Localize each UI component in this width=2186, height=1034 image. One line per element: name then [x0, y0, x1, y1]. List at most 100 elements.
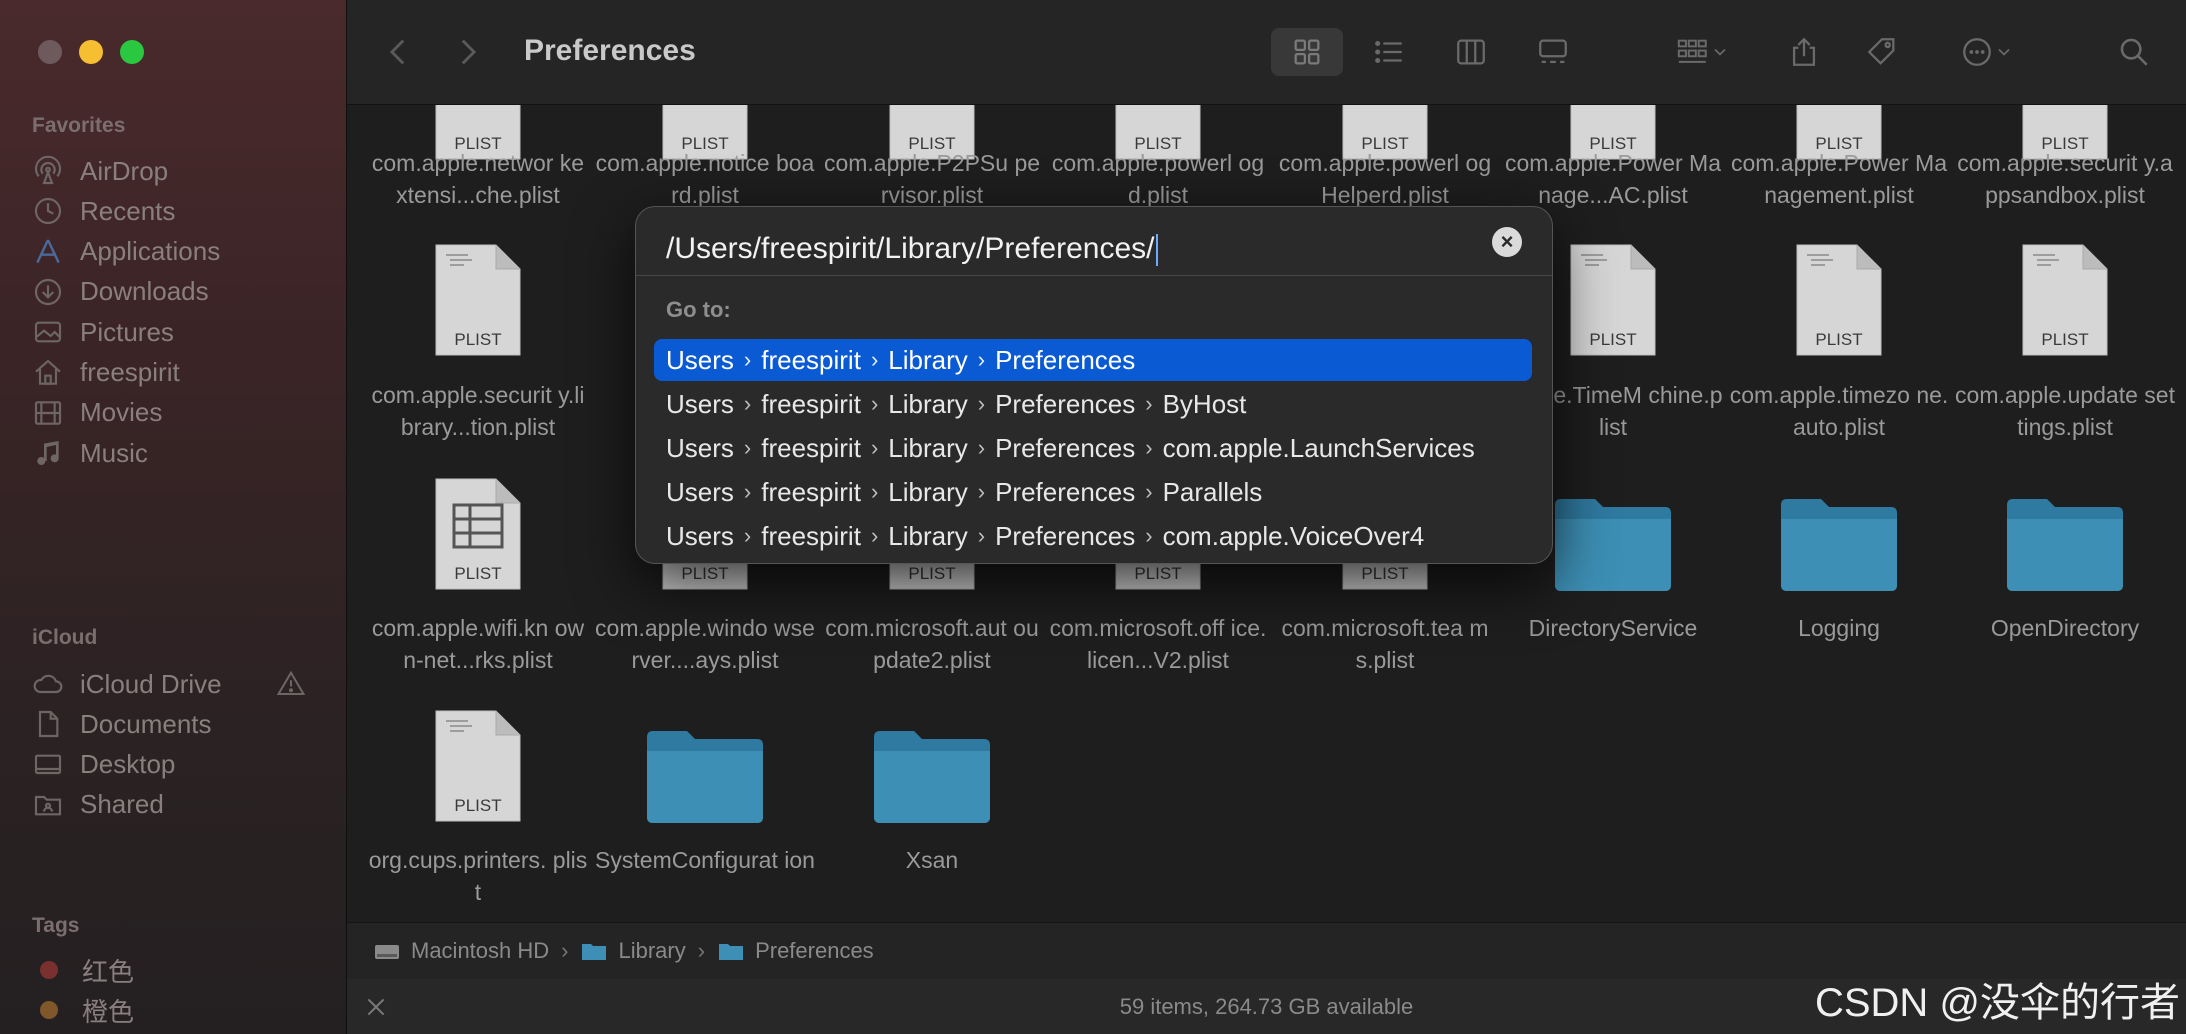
path-separator: ›: [561, 938, 569, 963]
sidebar-item-recents[interactable]: Recents: [32, 189, 332, 233]
sidebar-item-desktop[interactable]: Desktop: [32, 743, 332, 787]
sidebar-item-downloads[interactable]: Downloads: [32, 270, 332, 314]
gallery-view-button[interactable]: [1517, 28, 1589, 76]
zoom-button[interactable]: [120, 40, 144, 64]
sidebar-item-movies[interactable]: Movies: [32, 391, 332, 435]
path-segment[interactable]: Preferences: [717, 938, 874, 964]
plist-file-icon: PLIST: [435, 244, 521, 356]
file-item[interactable]: PLIST com.apple.P2PSu pervisor.plist: [822, 105, 1042, 208]
folder-item[interactable]: Xsan: [822, 707, 1042, 873]
applications-icon: [36, 239, 60, 263]
search-button[interactable]: [2109, 28, 2159, 76]
file-item[interactable]: PLIST com.apple.timezo ne.auto.plist: [1729, 241, 1949, 440]
chevron-left-icon: [389, 39, 405, 65]
file-item[interactable]: PLIST com.apple.Power Management.plist: [1729, 105, 1949, 208]
path-suggestion[interactable]: Users › freespirit › Library › Preferences: [654, 339, 1532, 381]
close-button[interactable]: [38, 40, 62, 64]
path-input[interactable]: /Users/freespirit/Library/Preferences/: [666, 227, 1456, 271]
file-item[interactable]: PLIST com.apple.wifi.kn own-net...rks.pli…: [368, 475, 588, 673]
sidebar-tag[interactable]: 橙色: [32, 988, 332, 1032]
chevron-right-icon: ›: [743, 435, 752, 460]
sidebar-item-pictures[interactable]: Pictures: [32, 310, 332, 354]
suggestion-segment: Library: [888, 388, 968, 419]
sidebar-item-icloud-drive[interactable]: iCloud Drive: [32, 662, 332, 706]
folder-item[interactable]: OpenDirectory: [1955, 475, 2175, 641]
folder-item[interactable]: SystemConfigurat ion: [595, 707, 815, 873]
svg-text:PLIST: PLIST: [454, 330, 501, 349]
sidebar-item-freespirit[interactable]: freespirit: [32, 351, 332, 395]
file-item[interactable]: PLIST com.apple.update settings.plist: [1955, 241, 2175, 440]
share-icon: [1792, 37, 1816, 66]
chevron-right-icon: ›: [870, 391, 879, 416]
sidebar-item-music[interactable]: Music: [32, 431, 332, 475]
path-suggestion[interactable]: Users › freespirit › Library › Preferences › com…: [654, 515, 1532, 557]
svg-text:PLIST: PLIST: [1589, 330, 1636, 349]
minimize-button[interactable]: [79, 40, 103, 64]
clear-input-button[interactable]: ×: [1492, 227, 1522, 257]
hard-drive-icon: [375, 945, 399, 959]
suggestion-segment: Users: [666, 520, 734, 551]
folder-item[interactable]: Logging: [1729, 475, 1949, 641]
path-segment-label: Library: [618, 938, 686, 963]
suggestion-segment: com.apple.VoiceOver4: [1162, 520, 1425, 551]
sidebar-item-applications[interactable]: Applications: [32, 230, 332, 274]
svg-text:PLIST: PLIST: [681, 564, 728, 583]
go-to-label: Go to:: [666, 297, 731, 322]
file-name: OpenDirectory: [1990, 615, 2140, 641]
icon-view-button[interactable]: [1271, 28, 1343, 76]
share-button[interactable]: [1779, 28, 1829, 76]
group-button[interactable]: [1663, 28, 1743, 76]
path-suggestion[interactable]: Users › freespirit › Library › Preferences › ByH…: [654, 383, 1532, 425]
columns-icon: [1457, 39, 1485, 65]
svg-text:PLIST: PLIST: [1815, 330, 1862, 349]
column-view-button[interactable]: [1435, 28, 1507, 76]
suggestion-segment: Users: [666, 344, 734, 375]
file-item[interactable]: PLIST com.apple.Power Manage...AC.plist: [1503, 105, 1723, 208]
file-item[interactable]: PLIST com.apple.notice board.plist: [595, 105, 815, 208]
file-item[interactable]: PLIST org.cups.printers. plist: [368, 707, 588, 905]
path-suggestion[interactable]: Users › freespirit › Library › Preferences › Par…: [654, 471, 1532, 513]
dialog-divider: [636, 275, 1552, 276]
chevron-right-icon: ›: [977, 523, 986, 548]
file-item[interactable]: PLIST com.apple.networ kextensi...che.pli…: [368, 105, 588, 208]
chevron-right-icon: ›: [977, 479, 986, 504]
tags-heading: Tags: [32, 914, 80, 937]
suggestion-segment: Preferences: [995, 520, 1136, 551]
path-segment[interactable]: Macintosh HD: [373, 938, 549, 964]
sidebar-item-documents[interactable]: Documents: [32, 702, 332, 746]
chevron-right-icon: ›: [743, 391, 752, 416]
go-to-folder-dialog: /Users/freespirit/Library/Preferences/ ×…: [635, 206, 1553, 564]
search-icon: [2120, 38, 2148, 66]
path-suggestion[interactable]: Users › freespirit › Library › Preferences › com…: [654, 427, 1532, 469]
action-menu-button[interactable]: [1947, 28, 2027, 76]
back-button[interactable]: [379, 28, 419, 76]
file-name: com.apple.securit y.appsandbox.plist: [1957, 150, 2173, 208]
file-name: com.apple.update settings.plist: [1955, 382, 2175, 440]
sidebar-item-shared[interactable]: Shared: [32, 783, 332, 827]
path-segment-label: Macintosh HD: [411, 938, 550, 963]
svg-text:PLIST: PLIST: [1134, 564, 1181, 583]
suggestion-segment: freespirit: [761, 476, 861, 507]
file-item[interactable]: PLIST com.apple.powerl ogHelperd.plist: [1275, 105, 1495, 208]
favorites-heading: Favorites: [32, 114, 126, 137]
tag-button[interactable]: [1857, 28, 1907, 76]
file-item[interactable]: PLIST com.apple.securit y.appsandbox.plis…: [1955, 105, 2175, 208]
file-name: com.apple.notice board.plist: [595, 150, 815, 208]
sidebar-tag[interactable]: 红色: [32, 948, 332, 992]
file-item[interactable]: PLIST com.apple.powerl ogd.plist: [1048, 105, 1268, 208]
sidebar-item-label: Shared: [80, 789, 164, 820]
list-icon: [1375, 40, 1402, 64]
sidebar-item-label: Desktop: [80, 749, 176, 780]
file-name: com.apple.P2PSu pervisor.plist: [823, 150, 1041, 208]
list-view-button[interactable]: [1353, 28, 1425, 76]
file-item[interactable]: PLIST com.apple.securit y.library...tion.…: [368, 241, 588, 440]
file-name: com.apple.timezo ne.auto.plist: [1729, 382, 1949, 440]
sidebar-item-airdrop[interactable]: AirDrop: [32, 149, 332, 193]
toolbar: Preferences: [347, 0, 2186, 105]
path-segment[interactable]: Library: [580, 938, 686, 964]
suggestion-segment: Preferences: [995, 432, 1136, 463]
music-icon: [37, 441, 59, 466]
chevron-right-icon: ›: [870, 347, 879, 372]
sidebar-item-label: Applications: [80, 236, 221, 267]
forward-button[interactable]: [447, 28, 487, 76]
